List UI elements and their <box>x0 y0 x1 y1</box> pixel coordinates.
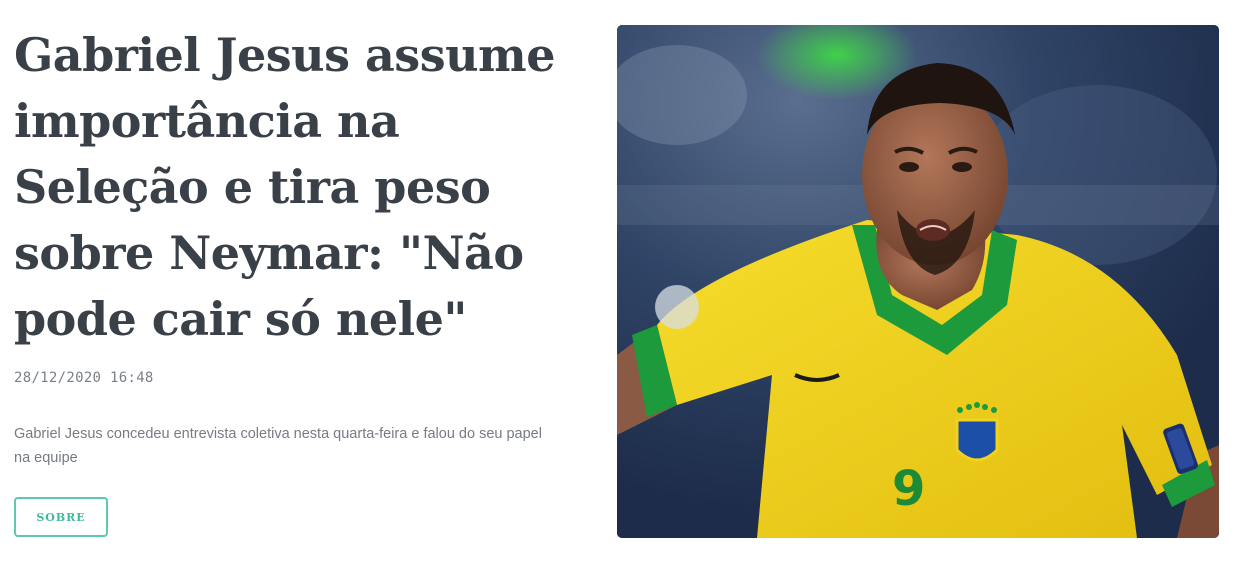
jersey-number: 9 <box>892 461 925 517</box>
article-summary: Gabriel Jesus concedeu entrevista coleti… <box>14 426 542 466</box>
article-photo[interactable]: 9 <box>617 25 1219 538</box>
sobre-button[interactable]: SOBRE <box>14 497 108 537</box>
article-date: 28/12/2020 16:48 <box>14 370 154 386</box>
article-card: Gabriel Jesus assume importância na Sele… <box>0 0 1244 570</box>
article-headline[interactable]: Gabriel Jesus assume importância na Sele… <box>14 22 574 352</box>
article-text: Gabriel Jesus assume importância na Sele… <box>14 22 574 352</box>
sleeve-patch-icon <box>655 285 699 329</box>
player-photo-illustration: 9 <box>617 25 1219 538</box>
